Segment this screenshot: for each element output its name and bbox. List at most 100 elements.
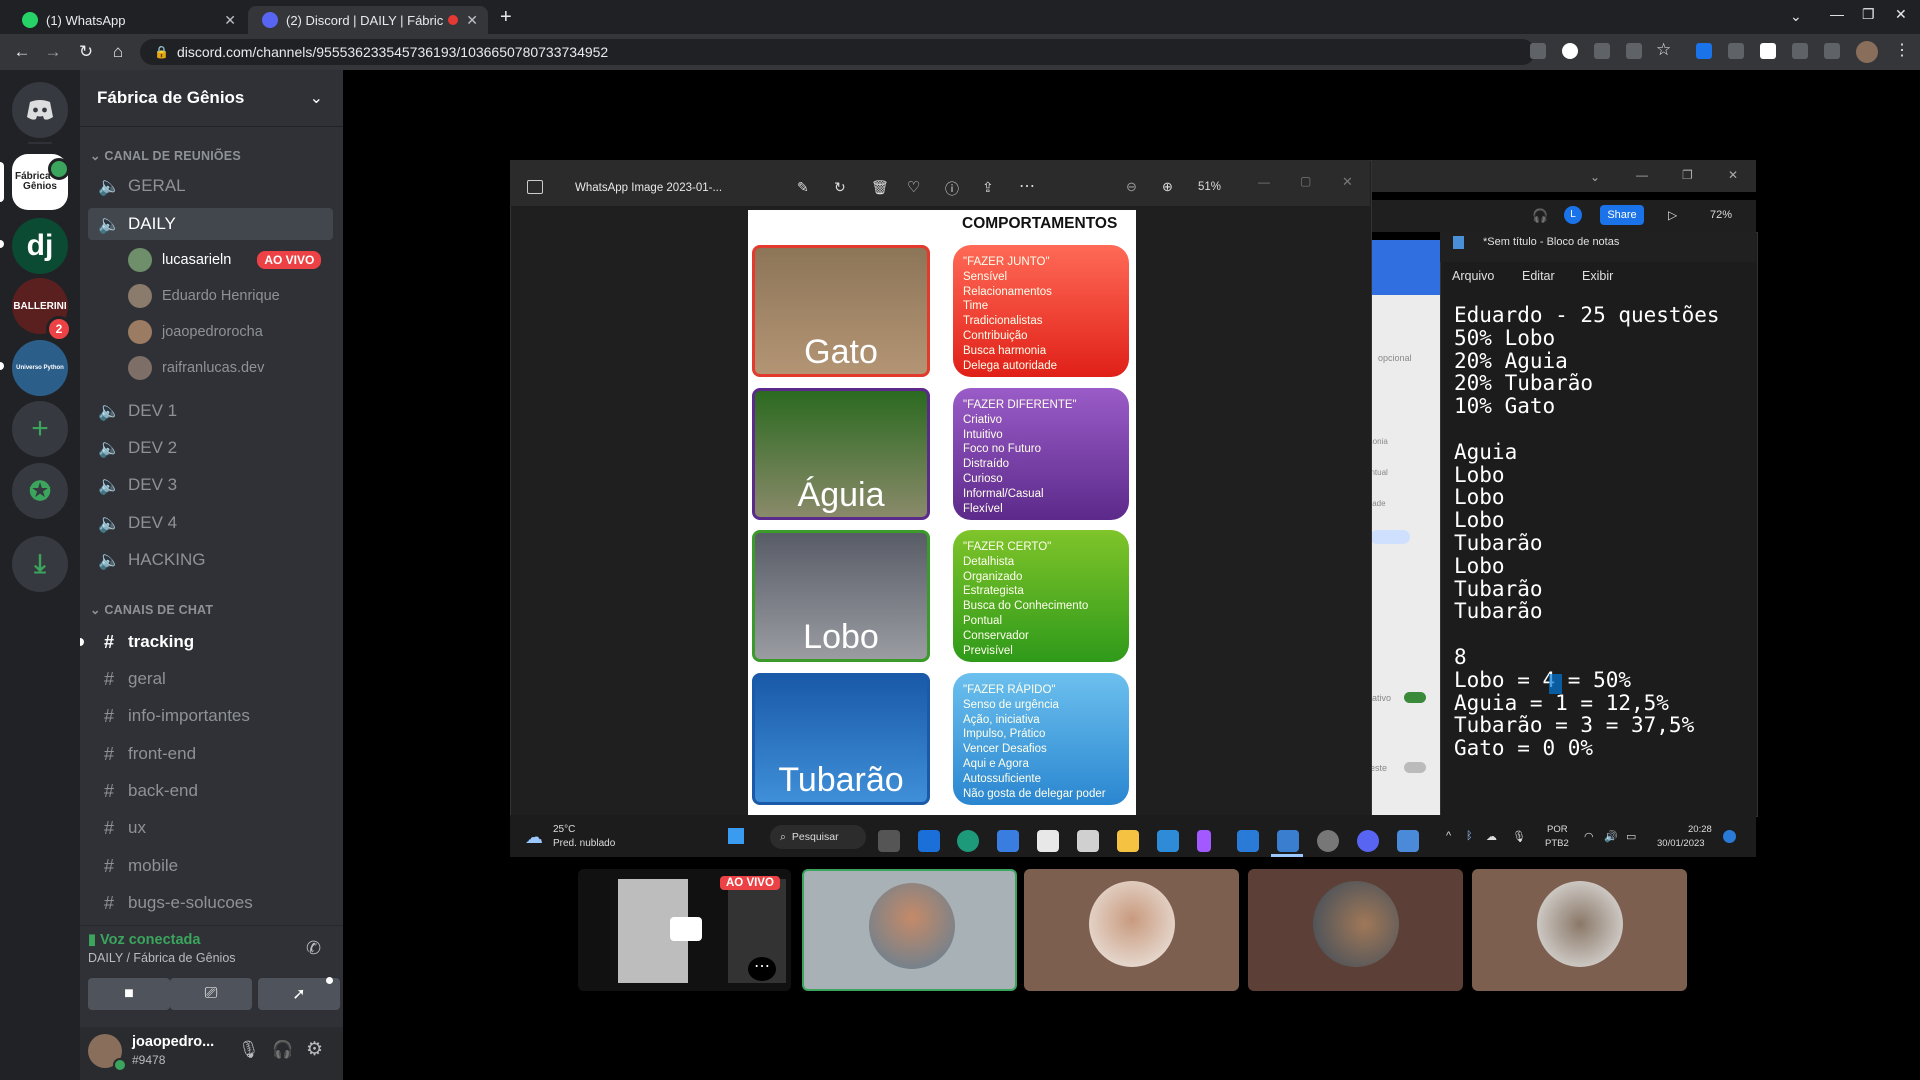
taskbar-search[interactable]: ⌕ Pesquisar (770, 825, 866, 849)
forward-icon[interactable]: → (43, 42, 63, 62)
task-view-icon[interactable] (878, 830, 900, 852)
more-icon[interactable]: ⋯ (748, 957, 776, 981)
voice-user[interactable]: lucasarieln AO VIVO (128, 246, 322, 274)
mic-icon[interactable]: 🎙 (1512, 830, 1526, 843)
text-channel-ux[interactable]: # ux (88, 812, 333, 844)
restore-icon[interactable]: ▢ (1300, 174, 1311, 188)
lang-indicator[interactable]: POR (1547, 824, 1568, 835)
notification-icon[interactable] (1723, 830, 1736, 843)
translate-icon[interactable] (1594, 43, 1610, 59)
voice-channel-dev1[interactable]: 🔈 DEV 1 (88, 395, 333, 427)
microphone-icon[interactable]: 🎙 (238, 1040, 260, 1060)
sidepanel-icon[interactable] (1824, 43, 1840, 59)
voice-channel-dev2[interactable]: 🔈 DEV 2 (88, 432, 333, 464)
minimize-icon[interactable]: — (1258, 175, 1270, 189)
settings-gear-icon[interactable] (1317, 830, 1339, 852)
battery-icon[interactable]: ▭ (1626, 830, 1636, 843)
voice-status-subtitle[interactable]: DAILY / Fábrica de Gênios (88, 951, 236, 965)
voice-user[interactable]: raifranlucas.dev (128, 354, 264, 382)
voice-user[interactable]: joaopedrorocha (128, 318, 263, 346)
edit-icon[interactable]: ✎ (797, 179, 809, 196)
back-icon[interactable]: ← (12, 42, 32, 62)
tray-chevron-icon[interactable]: ^ (1446, 830, 1451, 842)
edge-icon[interactable] (957, 830, 979, 852)
tab-discord[interactable]: (2) Discord | DAILY | Fábric ✕ (248, 6, 488, 34)
tab-search-icon[interactable]: ⌄ (1790, 8, 1802, 25)
text-channel-mobile[interactable]: # mobile (88, 850, 333, 882)
profile-avatar[interactable] (1856, 41, 1878, 63)
notepad-text-area[interactable]: Eduardo - 25 questões 50% Lobo 20% Aguia… (1440, 292, 1756, 815)
server-universo-python[interactable]: Universo Python (12, 340, 68, 396)
participant-tile[interactable] (1024, 869, 1239, 991)
stream-thumbnail[interactable]: AO VIVO ⋯ (578, 869, 791, 991)
close-window-icon[interactable]: ✕ (1895, 6, 1907, 23)
participant-tile[interactable] (1472, 869, 1687, 991)
close-icon[interactable]: ✕ (1728, 168, 1738, 182)
user-name[interactable]: joaopedro... (132, 1034, 214, 1050)
rotate-icon[interactable]: ↻ (834, 179, 846, 196)
notepad-taskbar-icon[interactable] (1277, 830, 1299, 852)
category-chat[interactable]: ⌄ CANAIS DE CHAT (90, 602, 213, 617)
app-icon[interactable] (918, 830, 940, 852)
share-icon[interactable] (1626, 43, 1642, 59)
download-icon[interactable]: ⤓ (12, 536, 68, 592)
video-button[interactable]: ■ (88, 978, 170, 1010)
text-channel-tracking[interactable]: # tracking (88, 626, 333, 658)
share-button[interactable]: Share (1600, 205, 1644, 225)
zoom-out-icon[interactable]: ⊖ (1126, 179, 1137, 195)
bookmark-star-icon[interactable]: ☆ (1656, 40, 1671, 60)
participant-tile[interactable] (1248, 869, 1463, 991)
voice-user[interactable]: Eduardo Henrique (128, 282, 280, 310)
camera-indicator-icon[interactable] (1530, 43, 1546, 59)
headset-icon[interactable]: 🎧 (1532, 208, 1548, 224)
text-channel-bugs-e-solucoes[interactable]: # bugs-e-solucoes (88, 887, 333, 919)
tab-whatsapp[interactable]: (1) WhatsApp ✕ (8, 6, 246, 34)
home-icon[interactable]: ⌂ (108, 42, 128, 62)
weather-icon[interactable]: ☁ (525, 827, 543, 848)
share-icon[interactable]: ⇪ (982, 179, 994, 196)
wifi-icon[interactable]: ◠ (1584, 830, 1594, 843)
voice-channel-dev4[interactable]: 🔈 DEV 4 (88, 507, 333, 539)
server-header[interactable]: Fábrica de Gênios ⌄ (80, 70, 343, 127)
cloud-icon[interactable]: ☁ (1486, 830, 1497, 843)
discord-taskbar-icon[interactable] (1357, 830, 1379, 852)
restore-icon[interactable]: ❐ (1682, 168, 1693, 182)
reload-icon[interactable]: ↻ (76, 42, 96, 62)
category-voice[interactable]: ⌄ CANAL DE REUNIÕES (90, 148, 241, 163)
close-tab-icon[interactable]: ✕ (224, 12, 236, 29)
text-channel-front-end[interactable]: # front-end (88, 738, 333, 770)
voice-connected-status[interactable]: ▮ Voz conectada (88, 932, 200, 948)
disconnect-call-icon[interactable]: ✆ (306, 938, 321, 959)
voice-channel-daily[interactable]: 🔈 DAILY (88, 208, 333, 240)
extension-icon[interactable] (1760, 43, 1776, 59)
puzzle-icon[interactable] (1792, 43, 1808, 59)
windows-start-icon[interactable] (728, 828, 744, 844)
figma-icon[interactable] (1197, 830, 1211, 852)
vscode-icon[interactable] (1237, 830, 1259, 852)
voice-channel-geral[interactable]: 🔈 GERAL (88, 170, 333, 202)
new-tab-icon[interactable]: + (500, 6, 512, 29)
restore-icon[interactable]: ❐ (1862, 6, 1875, 23)
file-explorer-icon[interactable] (1117, 830, 1139, 852)
headphones-icon[interactable]: 🎧 (272, 1040, 293, 1060)
minimize-icon[interactable]: — (1636, 168, 1648, 182)
google-icon[interactable] (1562, 43, 1578, 59)
bluetooth-icon[interactable]: ᛒ (1466, 830, 1473, 842)
info-icon[interactable]: ⓘ (945, 179, 959, 199)
text-channel-geral[interactable]: # geral (88, 663, 333, 695)
app-icon[interactable] (1397, 830, 1419, 852)
menu-editar[interactable]: Editar (1522, 269, 1555, 283)
favorite-heart-icon[interactable]: ♡ (907, 178, 920, 196)
add-server-icon[interactable]: + (12, 401, 68, 457)
clock-time[interactable]: 20:28 (1688, 824, 1712, 835)
explore-compass-icon[interactable]: ✪ (12, 463, 68, 519)
mail-icon[interactable] (1157, 830, 1179, 852)
participant-tile[interactable] (802, 869, 1017, 991)
app-icon[interactable] (1037, 830, 1059, 852)
delete-icon[interactable]: 🗑 (871, 179, 889, 196)
store-icon[interactable] (1077, 830, 1099, 852)
zoom-in-icon[interactable]: ⊕ (1162, 179, 1173, 195)
more-icon[interactable]: ⋯ (1019, 176, 1035, 196)
screen-share-button[interactable]: ⎚ (170, 978, 252, 1010)
zoom-level[interactable]: 72% (1710, 209, 1732, 221)
